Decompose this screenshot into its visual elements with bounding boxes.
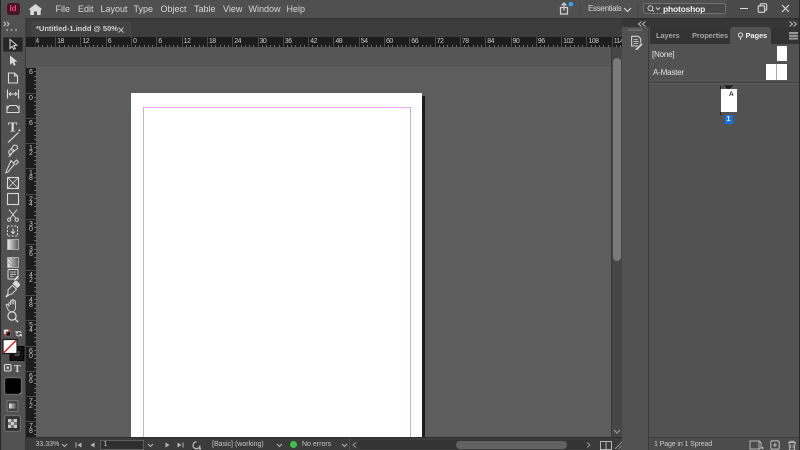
svg-text:T: T — [14, 364, 21, 375]
svg-text:T: T — [8, 121, 18, 136]
